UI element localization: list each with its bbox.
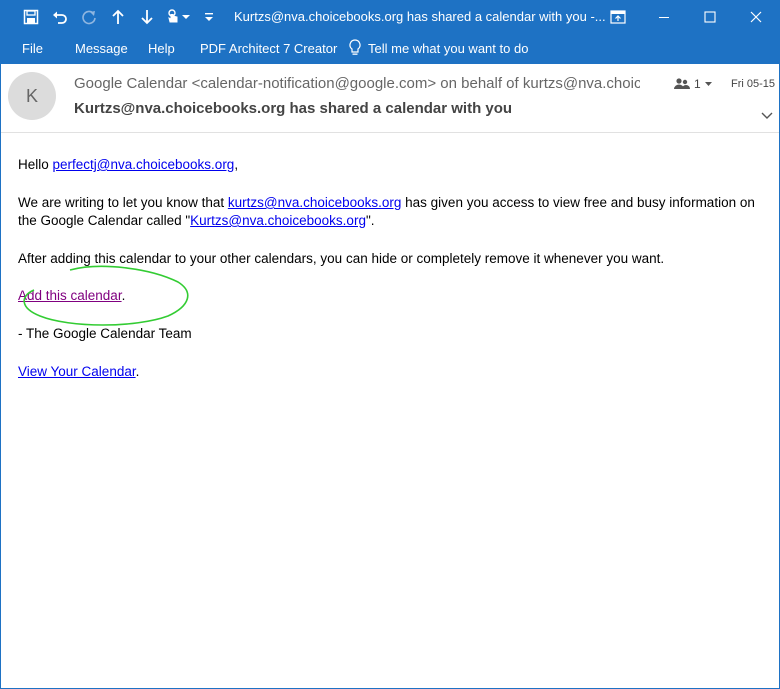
- info-paragraph: After adding this calendar to your other…: [18, 251, 665, 266]
- sharer-email-link[interactable]: kurtzs@nva.choicebooks.org: [228, 195, 402, 210]
- intro-paragraph: We are writing to let you know that kurt…: [18, 194, 758, 230]
- greeting-end: ,: [234, 157, 239, 172]
- chevron-down-icon: [704, 81, 712, 86]
- restore-ribbon-icon[interactable]: [608, 7, 628, 27]
- touch-dropdown-icon[interactable]: [180, 8, 192, 26]
- minimize-icon[interactable]: [654, 7, 674, 27]
- tab-pdf-architect[interactable]: PDF Architect 7 Creator: [200, 41, 337, 56]
- received-date: Fri 05-15: [731, 78, 776, 90]
- tab-file[interactable]: File: [22, 41, 43, 56]
- undo-icon[interactable]: [51, 8, 69, 26]
- expand-header-icon[interactable]: [759, 108, 775, 122]
- title-bar: Kurtzs@nva.choicebooks.org has shared a …: [0, 0, 780, 35]
- recipient-count: 1: [694, 77, 701, 91]
- people-icon: [674, 78, 690, 89]
- recipients-button[interactable]: 1: [674, 77, 712, 91]
- customize-toolbar-icon[interactable]: [202, 8, 216, 26]
- maximize-icon[interactable]: [700, 7, 720, 27]
- avatar: K: [8, 72, 56, 120]
- intro-end: ".: [365, 213, 375, 228]
- add-end: .: [121, 288, 126, 303]
- tell-me-search[interactable]: Tell me what you want to do: [368, 41, 528, 56]
- tab-message[interactable]: Message: [75, 41, 128, 56]
- lightbulb-icon: [349, 39, 361, 60]
- window-title: Kurtzs@nva.choicebooks.org has shared a …: [234, 9, 606, 24]
- recipient-email-link[interactable]: perfectj@nva.choicebooks.org: [53, 157, 235, 172]
- add-calendar-line: Add this calendar.: [18, 287, 125, 305]
- intro-text: We are writing to let you know that: [18, 195, 228, 210]
- tab-help[interactable]: Help: [148, 41, 175, 56]
- down-arrow-icon[interactable]: [138, 8, 156, 26]
- subject: Kurtzs@nva.choicebooks.org has shared a …: [74, 100, 513, 117]
- up-arrow-icon[interactable]: [109, 8, 127, 26]
- greeting-text: Hello: [18, 157, 53, 172]
- redo-icon[interactable]: [80, 8, 98, 26]
- save-icon[interactable]: [22, 8, 40, 26]
- calendar-name-link[interactable]: Kurtzs@nva.choicebooks.org: [190, 213, 366, 228]
- greeting: Hello perfectj@nva.choicebooks.org,: [18, 156, 238, 174]
- signature: - The Google Calendar Team: [18, 326, 192, 341]
- ribbon-tabs: File Message Help PDF Architect 7 Creato…: [0, 35, 780, 64]
- view-end: .: [135, 364, 140, 379]
- view-calendar-link[interactable]: View Your Calendar: [18, 364, 136, 379]
- sender[interactable]: Google Calendar <calendar-notification@g…: [74, 75, 640, 92]
- view-calendar-line: View Your Calendar.: [18, 363, 139, 381]
- add-calendar-link[interactable]: Add this calendar: [18, 288, 122, 303]
- close-icon[interactable]: [746, 7, 766, 27]
- message-header: K Google Calendar <calendar-notification…: [0, 64, 780, 133]
